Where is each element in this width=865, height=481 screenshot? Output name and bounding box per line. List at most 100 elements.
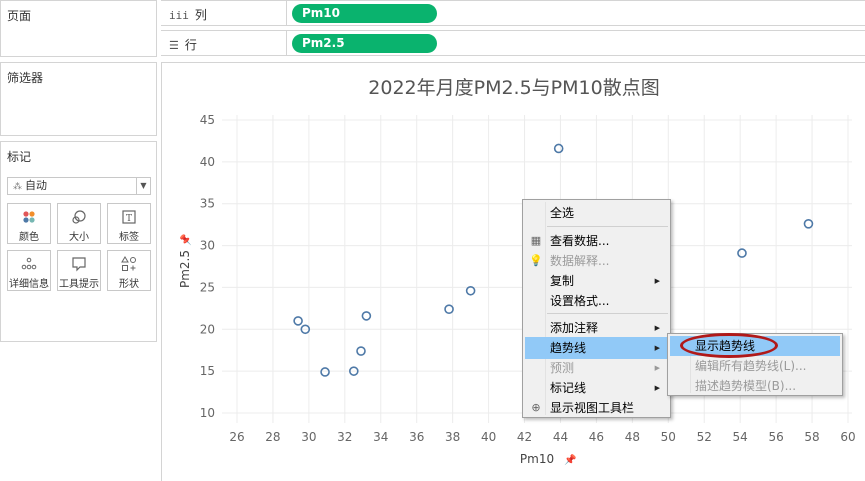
x-tick-label: 40 — [481, 430, 496, 444]
menu-item-label: 趋势线 — [550, 341, 587, 355]
shelf-divider — [286, 31, 287, 55]
y-tick-label: 25 — [200, 280, 215, 294]
size-button-label: 大小 — [69, 232, 89, 243]
detail-dots-icon — [8, 256, 50, 272]
marks-panel-title: 标记 — [7, 150, 32, 164]
data-point[interactable] — [737, 248, 747, 258]
rows-icon: ☰ — [169, 39, 179, 52]
x-tick-label: 26 — [229, 430, 244, 444]
x-tick-label: 46 — [589, 430, 604, 444]
data-point[interactable] — [356, 346, 366, 356]
context-menu: 全选 ▦ 查看数据... 💡 数据解释... 复制 ▶ 设置格式... 添加注释 ▶ 趋势线 ▶ 预测 ▶… — [522, 199, 671, 418]
scatter-plot[interactable]: 26 28 30 32 34 36 38 40 42 44 46 48 50 52 54 56 58 60 10 15… — [162, 63, 865, 481]
columns-icon: iii — [169, 9, 189, 22]
data-point[interactable] — [553, 143, 564, 154]
show-view-toolbar-icon: ⊕ — [531, 401, 541, 414]
columns-shelf-text: 列 — [194, 8, 207, 22]
menu-item-format[interactable]: 设置格式... — [525, 290, 668, 312]
menu-item-label: 显示视图工具栏 — [550, 401, 635, 415]
shape-button-label: 形状 — [119, 279, 139, 290]
tooltip-button-label: 工具提示 — [59, 279, 99, 290]
view-data-icon: ▦ — [530, 234, 542, 247]
menu-item-trend-lines[interactable]: 趋势线 ▶ — [525, 337, 668, 359]
menu-item-copy[interactable]: 复制 ▶ — [525, 270, 668, 292]
menu-item-label: 数据解释... — [550, 254, 610, 268]
x-tick-label: 42 — [517, 430, 532, 444]
x-axis-title[interactable]: Pm10 — [520, 452, 554, 466]
pin-icon: 📌 — [564, 453, 577, 466]
data-point[interactable] — [465, 285, 476, 296]
shape-button[interactable]: 形状 — [107, 250, 151, 291]
menu-item-reference-lines[interactable]: 标记线 ▶ — [525, 377, 668, 399]
menu-item-explain-data[interactable]: 💡 数据解释... — [525, 250, 668, 272]
menu-item-select-all[interactable]: 全选 — [525, 202, 668, 224]
y-axis-title[interactable]: Pm2.5 — [178, 250, 192, 288]
menu-item-forecast[interactable]: 预测 ▶ — [525, 357, 668, 379]
menu-item-show-view-toolbar[interactable]: ⊕ 显示视图工具栏 — [525, 397, 668, 419]
menu-item-view-data[interactable]: ▦ 查看数据... — [525, 230, 668, 252]
color-dots-icon — [8, 209, 50, 225]
menu-item-edit-all-trend-lines[interactable]: 编辑所有趋势线(L)... — [670, 356, 840, 376]
filters-panel: 筛选器 — [0, 62, 157, 136]
menu-item-describe-trend-model[interactable]: 描述趋势模型(B)... — [670, 376, 840, 396]
rows-shelf-label: ☰ 行 — [169, 36, 197, 53]
shelf-divider — [286, 1, 287, 25]
menu-separator — [547, 313, 668, 314]
detail-button-label: 详细信息 — [9, 279, 49, 290]
viz-area[interactable]: 2022年月度PM2.5与PM10散点图 26 28 30 32 34 36 38 40 42 4… — [161, 62, 865, 481]
chevron-down-icon[interactable]: ▼ — [136, 178, 150, 194]
mark-type-value: 自动 — [25, 179, 47, 192]
mark-type-dropdown[interactable]: ⁂ 自动 ▼ — [7, 177, 151, 195]
x-tick-label: 38 — [445, 430, 460, 444]
label-button-label: 标签 — [119, 232, 139, 243]
x-tick-label: 52 — [697, 430, 712, 444]
x-tick-label: 36 — [409, 430, 424, 444]
x-tick-label: 50 — [661, 430, 676, 444]
menu-item-add-annotation[interactable]: 添加注释 ▶ — [525, 317, 668, 339]
columns-shelf-label: iii 列 — [169, 6, 207, 23]
submenu-arrow-icon: ▶ — [654, 277, 660, 285]
x-tick-label: 56 — [768, 430, 783, 444]
x-tick-label: 48 — [625, 430, 640, 444]
label-button[interactable]: T 标签 — [107, 203, 151, 244]
submenu-arrow-icon: ▶ — [654, 324, 660, 332]
menu-item-label: 标记线 — [550, 381, 587, 395]
label-icon: T — [108, 209, 150, 225]
x-tick-label: 60 — [840, 430, 855, 444]
shape-icon — [108, 256, 150, 272]
menu-item-label: 描述趋势模型(B)... — [695, 379, 797, 393]
y-tick-label: 35 — [200, 197, 215, 211]
pm25-pill[interactable]: Pm2.5 — [292, 34, 437, 53]
submenu-arrow-icon: ▶ — [654, 364, 660, 372]
data-point[interactable] — [320, 367, 330, 377]
data-point[interactable] — [361, 311, 372, 321]
data-point[interactable] — [444, 304, 454, 314]
menu-item-label: 编辑所有趋势线(L)... — [695, 359, 807, 373]
mark-type-icon: ⁂ — [13, 182, 22, 192]
explain-data-icon: 💡 — [529, 254, 543, 267]
y-tick-label: 10 — [200, 406, 215, 420]
color-button[interactable]: 颜色 — [7, 203, 51, 244]
menu-item-label: 查看数据... — [550, 234, 610, 248]
color-button-label: 颜色 — [19, 232, 39, 243]
filters-panel-title: 筛选器 — [7, 71, 44, 85]
pages-panel: 页面 — [0, 0, 157, 57]
detail-button[interactable]: 详细信息 — [7, 250, 51, 291]
pin-icon: 📌 — [179, 233, 192, 246]
y-tick-label: 40 — [200, 155, 215, 169]
y-tick-label: 30 — [200, 239, 215, 253]
data-point[interactable] — [293, 316, 303, 326]
pm10-pill[interactable]: Pm10 — [292, 4, 437, 23]
y-tick-label: 45 — [200, 113, 215, 127]
size-icon — [58, 209, 100, 225]
menu-separator — [547, 226, 668, 227]
rows-shelf[interactable]: ☰ 行 Pm2.5 — [161, 30, 865, 56]
red-highlight-ellipse — [680, 333, 778, 358]
size-button[interactable]: 大小 — [57, 203, 101, 244]
x-tick-label: 54 — [733, 430, 748, 444]
x-tick-label: 34 — [373, 430, 388, 444]
rows-shelf-text: 行 — [184, 38, 197, 52]
columns-shelf[interactable]: iii 列 Pm10 — [161, 0, 865, 26]
tooltip-button[interactable]: 工具提示 — [57, 250, 101, 291]
data-point[interactable] — [803, 219, 814, 229]
